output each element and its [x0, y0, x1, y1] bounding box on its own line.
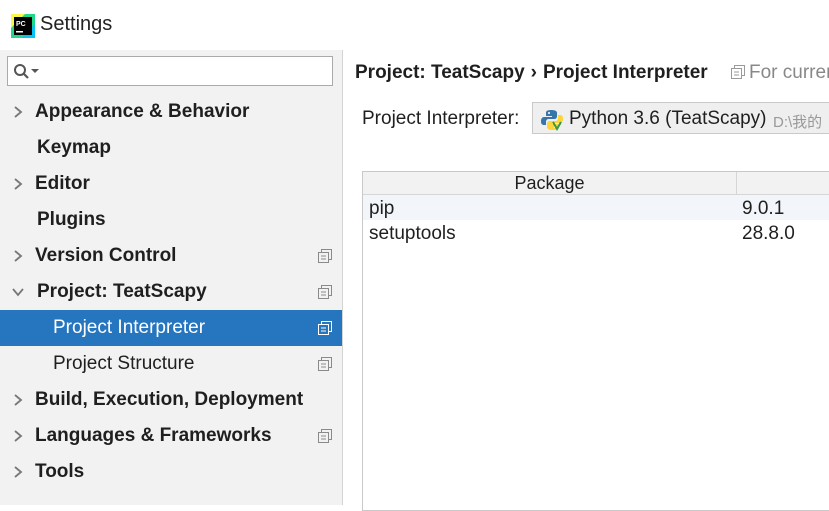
interpreter-path: D:\我的 [773, 114, 823, 131]
sidebar-item-label: Version Control [35, 245, 177, 266]
sidebar-item-version-control[interactable]: Version Control [0, 238, 342, 274]
window-title: Settings [40, 13, 113, 35]
package-version: 28.8.0 [742, 223, 795, 244]
svg-text:PC: PC [16, 21, 26, 28]
sidebar-item-label: Keymap [37, 137, 111, 158]
sidebar-item-label: Appearance & Behavior [35, 101, 250, 122]
sidebar-item-project-teatscapy[interactable]: Project: TeatScapy [0, 274, 342, 310]
chevron-right-icon[interactable] [11, 105, 25, 119]
sidebar-item-label: Tools [35, 461, 85, 482]
project-scope-icon [318, 249, 332, 263]
chevron-right-icon[interactable] [11, 465, 25, 479]
breadcrumb-separator-icon: › [530, 62, 537, 83]
project-scope-icon [318, 429, 332, 443]
pycharm-icon: PC [11, 14, 35, 38]
column-header-version[interactable] [737, 172, 829, 194]
sidebar-item-appearance-behavior[interactable]: Appearance & Behavior [0, 94, 342, 130]
interpreter-label: Project Interpreter: [362, 108, 520, 129]
chevron-down-icon[interactable] [11, 285, 25, 299]
table-row[interactable]: setuptools 28.8.0 [363, 220, 829, 245]
sidebar-item-languages-frameworks[interactable]: Languages & Frameworks [0, 418, 342, 454]
title-bar: PC Settings [0, 0, 829, 51]
for-current-project-note: For curren [731, 62, 829, 84]
for-current-text: For curren [749, 62, 829, 83]
sidebar-item-label: Editor [35, 173, 90, 194]
copy-icon [731, 65, 745, 79]
sidebar-item-label: Project: TeatScapy [37, 281, 207, 302]
interpreter-name: Python 3.6 (TeatScapy) [569, 108, 767, 129]
packages-table: Package pip 9.0.1 setuptools 28.8.0 [362, 171, 829, 511]
package-version: 9.0.1 [742, 198, 785, 219]
sidebar-item-label: Project Structure [53, 353, 195, 374]
sidebar-item-project-interpreter[interactable]: Project Interpreter [0, 310, 342, 346]
chevron-right-icon[interactable] [11, 429, 25, 443]
breadcrumb-current: Project Interpreter [542, 62, 708, 83]
table-row[interactable]: pip 9.0.1 [363, 195, 829, 220]
column-header-package[interactable]: Package [363, 172, 737, 194]
chevron-right-icon[interactable] [11, 393, 25, 407]
breadcrumb: Project: TeatScapy › Project Interpreter [355, 62, 708, 84]
project-scope-icon [318, 357, 332, 371]
chevron-right-icon[interactable] [11, 249, 25, 263]
sidebar-item-label: Plugins [37, 209, 106, 230]
sidebar-item-tools[interactable]: Tools [0, 454, 342, 490]
sidebar-item-label: Languages & Frameworks [35, 425, 272, 446]
sidebar-item-label: Project Interpreter [53, 317, 206, 338]
search-icon[interactable] [13, 63, 43, 81]
package-name: setuptools [369, 223, 456, 244]
sidebar-item-label: Build, Execution, Deployment [35, 389, 304, 410]
interpreter-dropdown[interactable]: Python 3.6 (TeatScapy) D:\我的 [532, 102, 829, 134]
breadcrumb-project[interactable]: Project: TeatScapy [355, 62, 525, 83]
package-name: pip [369, 198, 395, 219]
sidebar-item-plugins[interactable]: Plugins [0, 202, 342, 238]
search-input[interactable] [44, 60, 328, 84]
project-scope-icon [318, 285, 332, 299]
sidebar-item-build-execution-deployment[interactable]: Build, Execution, Deployment [0, 382, 342, 418]
main-panel: Project: TeatScapy › Project Interpreter F… [343, 50, 829, 511]
search-box[interactable] [7, 56, 333, 86]
table-header: Package [363, 172, 829, 195]
project-scope-icon [318, 321, 332, 335]
sidebar-item-keymap[interactable]: Keymap [0, 130, 342, 166]
sidebar-item-editor[interactable]: Editor [0, 166, 342, 202]
python-icon [541, 110, 563, 131]
settings-sidebar: Appearance & Behavior Keymap Editor Plugins… [0, 50, 343, 505]
chevron-right-icon[interactable] [11, 177, 25, 191]
sidebar-item-project-structure[interactable]: Project Structure [0, 346, 342, 382]
